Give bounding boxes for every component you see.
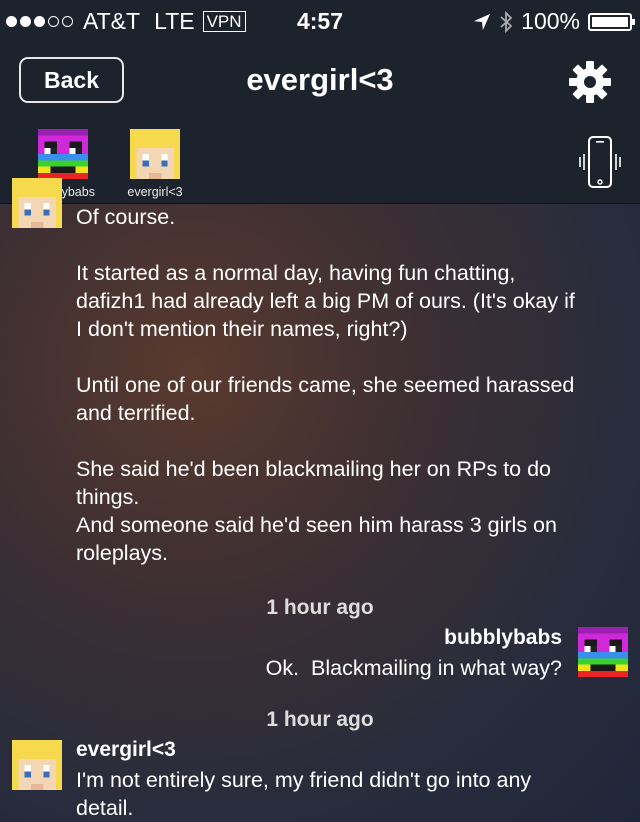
bubblybabs-avatar-icon: [578, 627, 628, 677]
message-text: Ok. Blackmailing in what way?: [265, 656, 562, 680]
status-right: 100%: [473, 8, 635, 35]
battery-icon: [588, 12, 635, 31]
gear-icon[interactable]: [566, 58, 614, 106]
blonde-avatar-icon: [130, 129, 180, 179]
message-sender: bubblybabs: [444, 626, 562, 649]
location-arrow-icon: [474, 13, 491, 30]
message-sender: evergirl<3: [76, 738, 176, 761]
conversation-title: evergirl<3: [246, 62, 394, 97]
participant-name: evergirl<3: [127, 185, 183, 199]
message-line: and terrified.: [76, 401, 196, 425]
message-line: detail.: [76, 796, 134, 820]
timestamp: 1 hour ago: [266, 708, 374, 731]
message-line: Of course.: [76, 205, 176, 229]
message-line: roleplays.: [76, 541, 169, 565]
rainbow-avatar-icon: [38, 129, 88, 179]
bluetooth-icon: [500, 10, 513, 33]
timestamp: 1 hour ago: [266, 596, 374, 619]
message-evergirl-2: I'm not entirely sure, my friend didn't …: [76, 766, 636, 822]
navigation-header: AT&T LTE VPN 4:57 100% Back evergirl<3 b…: [0, 0, 640, 204]
message-line: I don't mention their names, right?): [76, 317, 408, 341]
battery-percent: 100%: [521, 8, 580, 34]
message-line: dafizh1 had already left a big PM of our…: [76, 289, 575, 313]
message-line: Until one of our friends came, she seeme…: [76, 373, 575, 397]
phone-vibrate-icon[interactable]: [576, 134, 624, 190]
status-bar: AT&T LTE VPN 4:57 100%: [0, 0, 640, 42]
message-line: I'm not entirely sure, my friend didn't …: [76, 768, 532, 792]
evergirl-avatar-icon: [12, 740, 62, 790]
message-evergirl-1: Of course. It started as a normal day, h…: [76, 203, 636, 567]
message-line: She said he'd been blackmailing her on R…: [76, 457, 552, 481]
evergirl-avatar-icon: [12, 178, 62, 228]
participant-evergirl[interactable]: evergirl<3: [110, 129, 200, 199]
message-line: things.: [76, 485, 140, 509]
message-line: And someone said he'd seen him harass 3 …: [76, 513, 557, 537]
message-line: It started as a normal day, having fun c…: [76, 261, 516, 285]
